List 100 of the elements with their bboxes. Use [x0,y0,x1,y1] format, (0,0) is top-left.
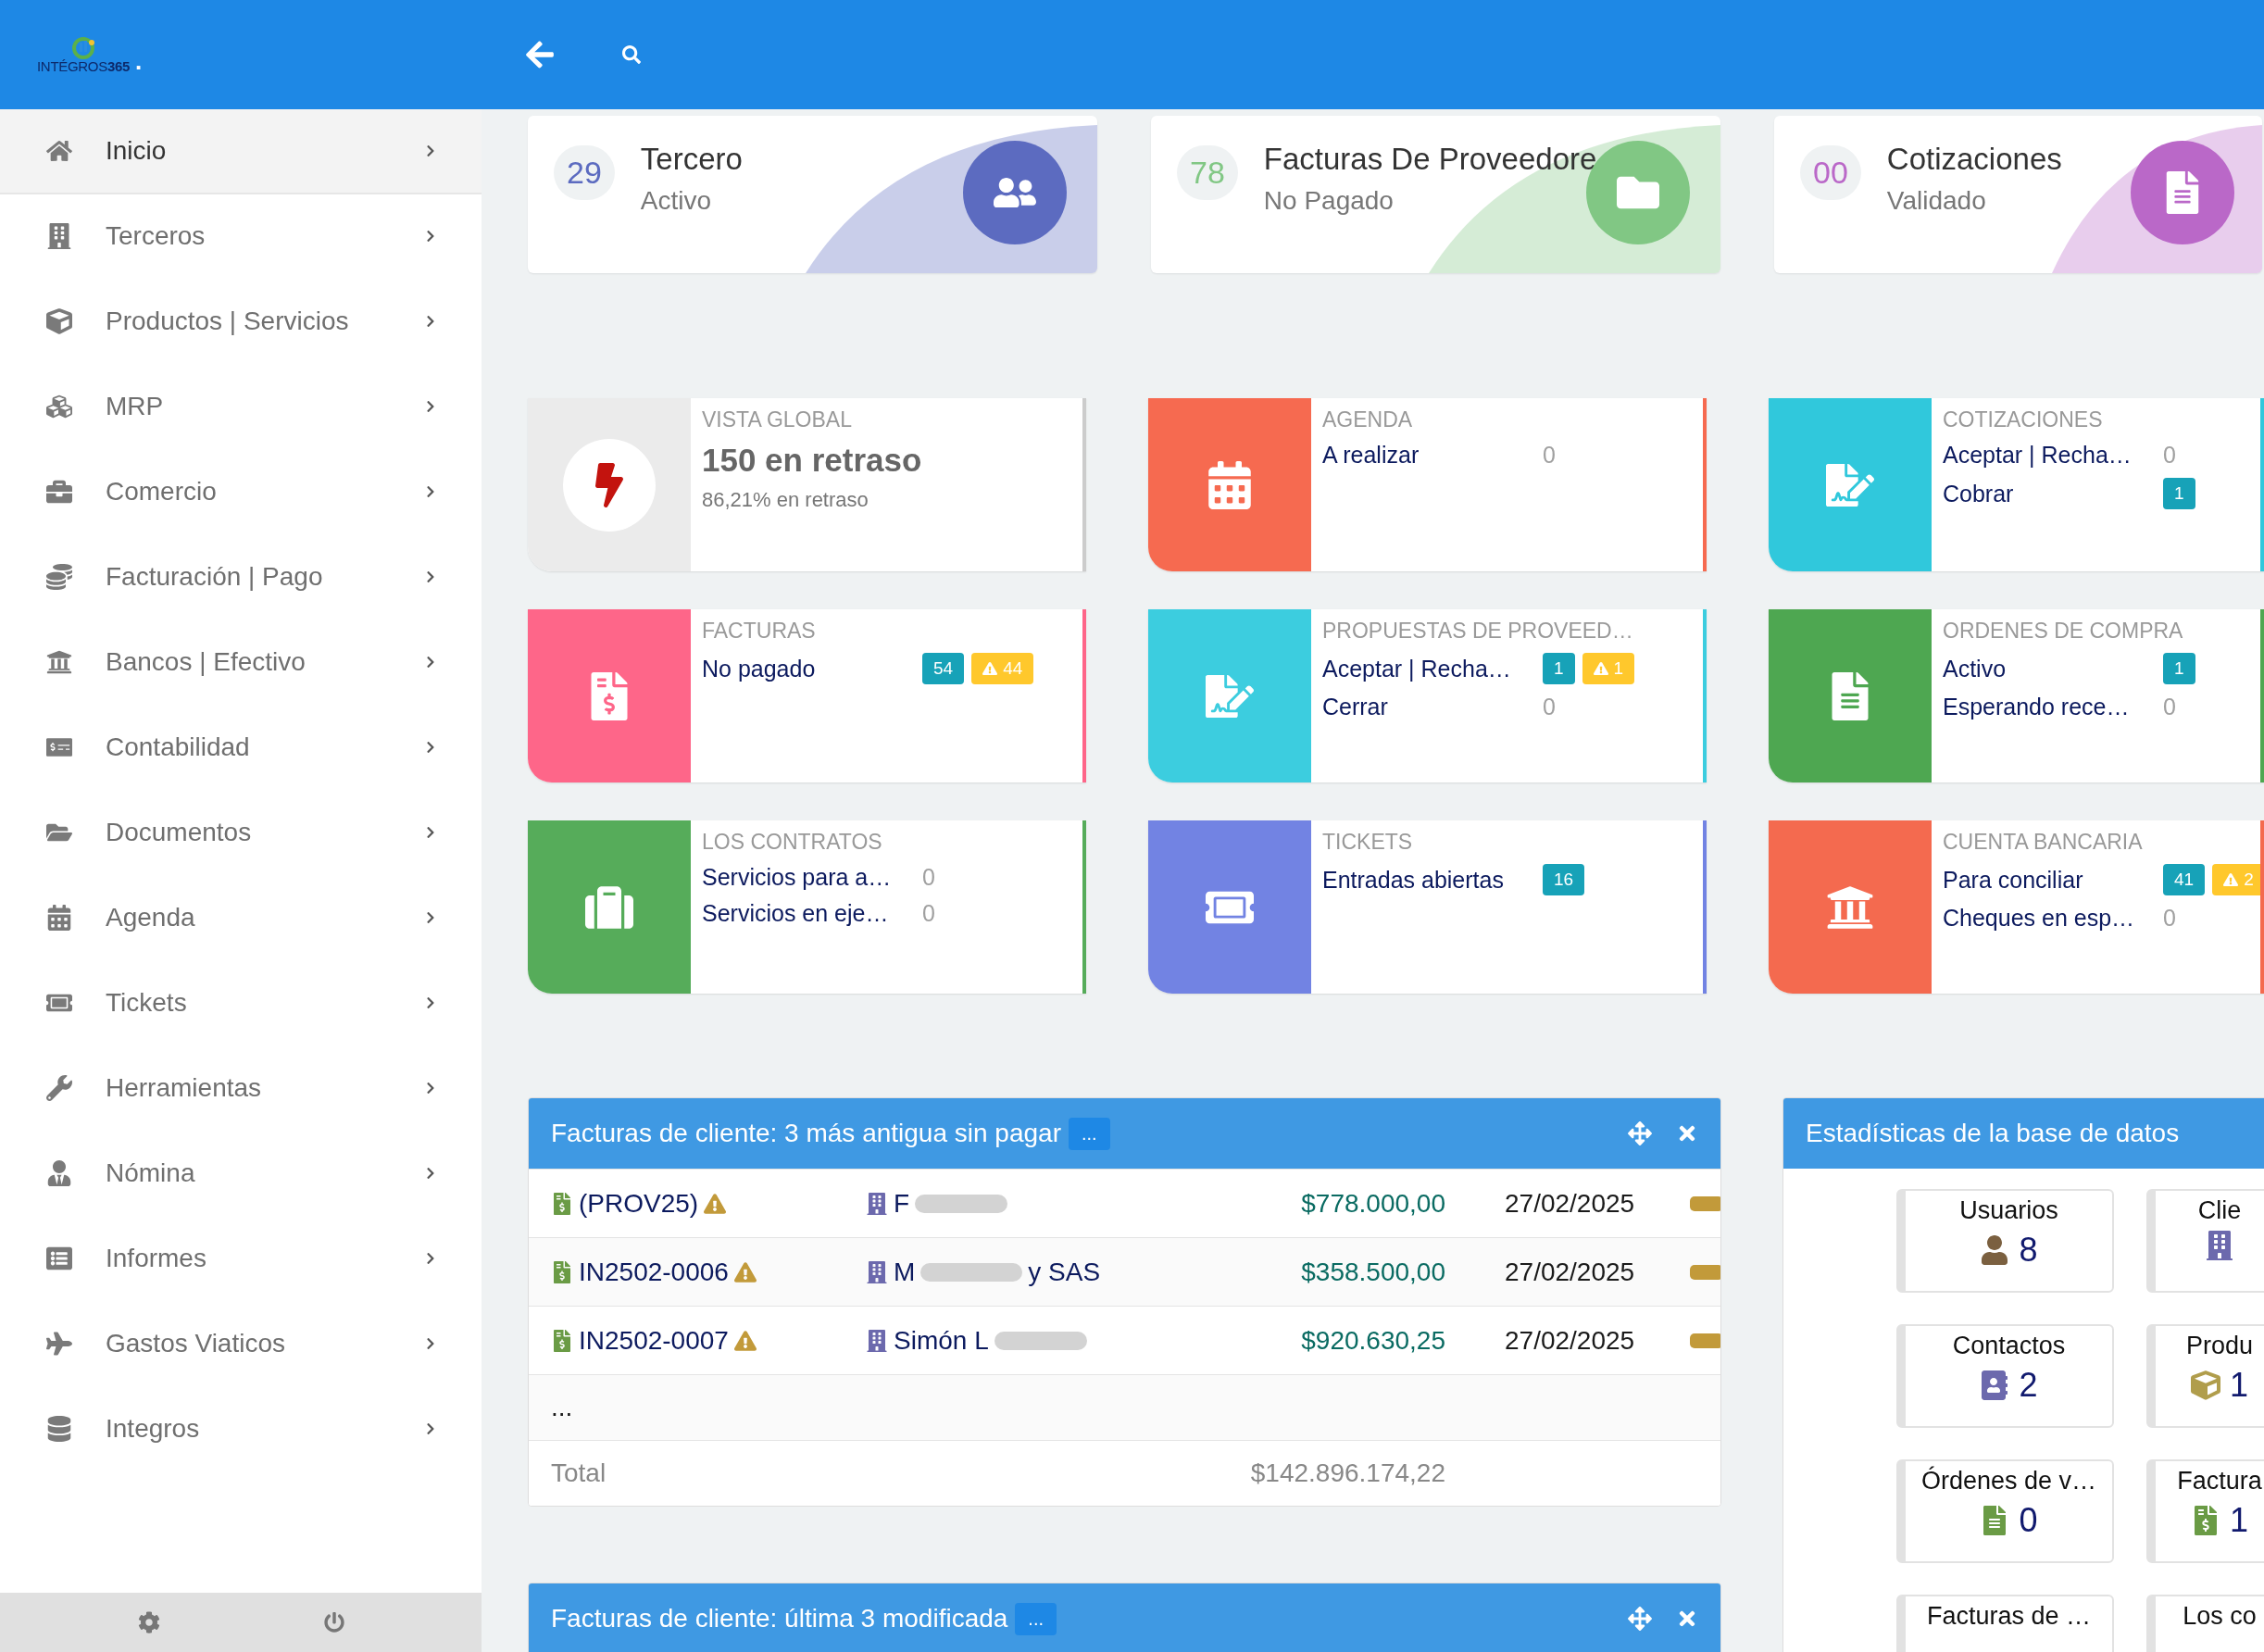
warning-icon [704,1192,727,1215]
box-line-label[interactable]: Cheques en esp… [1943,905,2163,932]
home-icon [44,138,74,164]
warning-badge: 2 [2212,864,2260,895]
invoice-ref-link[interactable]: IN2502-0007 [579,1325,729,1356]
summary-card[interactable]: 29 Tercero Activo [528,116,1097,273]
move-icon[interactable] [1628,1607,1652,1631]
stat-label: Factura [2177,1467,2262,1496]
box-line-label[interactable]: Cerrar [1322,694,1543,720]
stat-card[interactable]: Órdenes de v… 0 [1896,1459,2114,1563]
stat-label: Usuarios [1959,1196,2058,1225]
cube-icon [44,308,74,334]
info-box[interactable]: COTIZACIONES Aceptar | Recha… 0 Cobrar 1 [1769,398,2264,571]
more-button[interactable]: ... [1069,1117,1110,1150]
box-line-value: 0 [2163,442,2176,469]
info-box[interactable]: FACTURAS No pagado 54 44 [528,609,1086,782]
plane-icon [44,1331,74,1357]
stat-value: 0 [2019,1501,2038,1540]
box-line-label[interactable]: Entradas abiertas [1322,866,1543,894]
wrench-icon [44,1075,74,1101]
move-icon[interactable] [1628,1121,1652,1145]
box-title: VISTA GLOBAL [702,407,853,432]
customer-name[interactable]: F [894,1188,910,1219]
box-line-label[interactable]: Aceptar | Recha… [1322,655,1543,682]
info-box[interactable]: ORDENES DE COMPRA Activo 1 Esperando rece… 0 [1769,609,2264,782]
more-rows-text: ... [551,1393,574,1422]
stat-value: 1 [2230,1501,2248,1540]
box-line-label[interactable]: Cobrar [1943,480,2163,507]
stat-card[interactable]: Facturas de … [1896,1595,2114,1652]
box-note: 86,21% en retraso [702,488,869,512]
sidebar-item-label: Nómina [106,1158,196,1188]
user-icon [1980,1235,2010,1265]
warning-badge: 44 [971,653,1034,684]
date-cell-text: 27/02/2025 [1505,1188,1636,1219]
info-box[interactable]: LOS CONTRATOS Servicios para a… 0 Servicios en eje… 0 [528,820,1086,994]
stat-card[interactable]: Los co [2146,1595,2264,1652]
invoice-ref-link[interactable]: IN2502-0006 [579,1257,729,1287]
customer-name[interactable]: Simón L [894,1325,989,1356]
box-line-label[interactable]: Servicios para a… [702,864,922,891]
box-line-label[interactable]: Esperando rece… [1943,694,2163,720]
summary-card[interactable]: 00 Cotizaciones Validado [1774,116,2262,273]
stat-card[interactable]: Produ 1 [2146,1324,2264,1428]
box-line-value: 0 [922,864,935,891]
sidebar-item[interactable]: Inicio [0,109,482,194]
sidebar-item-label: Gastos Viaticos [106,1329,287,1358]
card-title: Tercero [640,142,743,177]
info-box[interactable]: PROPUESTAS DE PROVEED… Aceptar | Recha… 1 1 Cerrar 0 [1148,609,1707,782]
customer-name[interactable]: M [894,1257,916,1287]
briefcase-icon [44,479,74,505]
sidebar-item-label: Contabilidad [106,732,251,762]
sidebar-item-label: Informes [106,1244,207,1273]
invoice-icon [551,1192,573,1215]
count-badge: 41 [2163,864,2206,895]
count-badge: 1 [1543,653,1575,684]
invoice-ref-link[interactable]: (PROV25) [579,1188,699,1219]
total-label: Total [551,1458,607,1488]
stat-label: Facturas de … [1926,1602,2092,1631]
stat-card[interactable]: Clie [2146,1189,2264,1293]
card-subtitle: Activo [640,186,713,216]
count-badge: 54 [922,653,965,684]
count-badge: 1 [2163,653,2195,684]
panel-title: Estadísticas de la base de datos [1806,1119,2180,1148]
box-line-label[interactable]: Servicios en eje… [702,900,922,927]
count-badge: 1 [2163,478,2195,509]
box-line-label[interactable]: Activo [1943,655,2163,682]
box-line-label[interactable]: A realizar [1322,442,1543,469]
amount-cell-text: $358.500,00 [1300,1257,1445,1287]
info-box[interactable]: CUENTA BANCARIA Para conciliar 41 2 Cheques en esp… 0 [1769,820,2264,994]
box-line-value: 0 [2163,694,2176,720]
box-title: TICKETS [1322,830,1414,855]
info-box[interactable]: VISTA GLOBAL 150 en retraso 86,21% en retraso [528,398,1086,571]
building-icon [2205,1231,2234,1260]
box-line-value: 0 [1543,442,1556,469]
box-line-value: 0 [2163,905,2176,932]
more-button[interactable]: ... [1015,1602,1057,1635]
box-line-label[interactable]: No pagado [702,655,922,682]
sidebar-item-label: Integros [106,1414,201,1444]
info-box[interactable]: AGENDA A realizar 0 [1148,398,1707,571]
amount-cell-text: $778.000,00 [1300,1188,1445,1219]
stat-label: Contactos [1952,1332,2066,1360]
stat-card[interactable]: Factura 1 [2146,1459,2264,1563]
stat-card[interactable]: Usuarios 8 [1896,1189,2114,1293]
summary-card[interactable]: 78 Facturas De Proveedore No Pagado [1151,116,1720,273]
box-line-label[interactable]: Aceptar | Recha… [1943,442,2163,469]
box-line-label[interactable]: Para conciliar [1943,866,2163,894]
box-title: LOS CONTRATOS [702,830,883,855]
box-title: PROPUESTAS DE PROVEED… [1322,619,1634,644]
box-line-value: 0 [922,900,935,927]
stat-card[interactable]: Contactos 2 [1896,1324,2114,1428]
stat-label: Órdenes de v… [1920,1467,2097,1496]
box-title: CUENTA BANCARIA [1943,830,2144,855]
count-badge: 16 [1543,864,1585,895]
info-box[interactable]: TICKETS Entradas abiertas 16 [1148,820,1707,994]
customer-name[interactable]: y SAS [1028,1257,1101,1287]
card-title: Facturas De Proveedore [1263,142,1597,177]
sidebar-item-label: Terceros [106,221,206,251]
sidebar-item-label: Tickets [106,988,188,1018]
stat-value: 2 [2019,1366,2038,1405]
sidebar-item-label: Herramientas [106,1073,263,1103]
box-value: 150 en retraso [702,442,922,479]
